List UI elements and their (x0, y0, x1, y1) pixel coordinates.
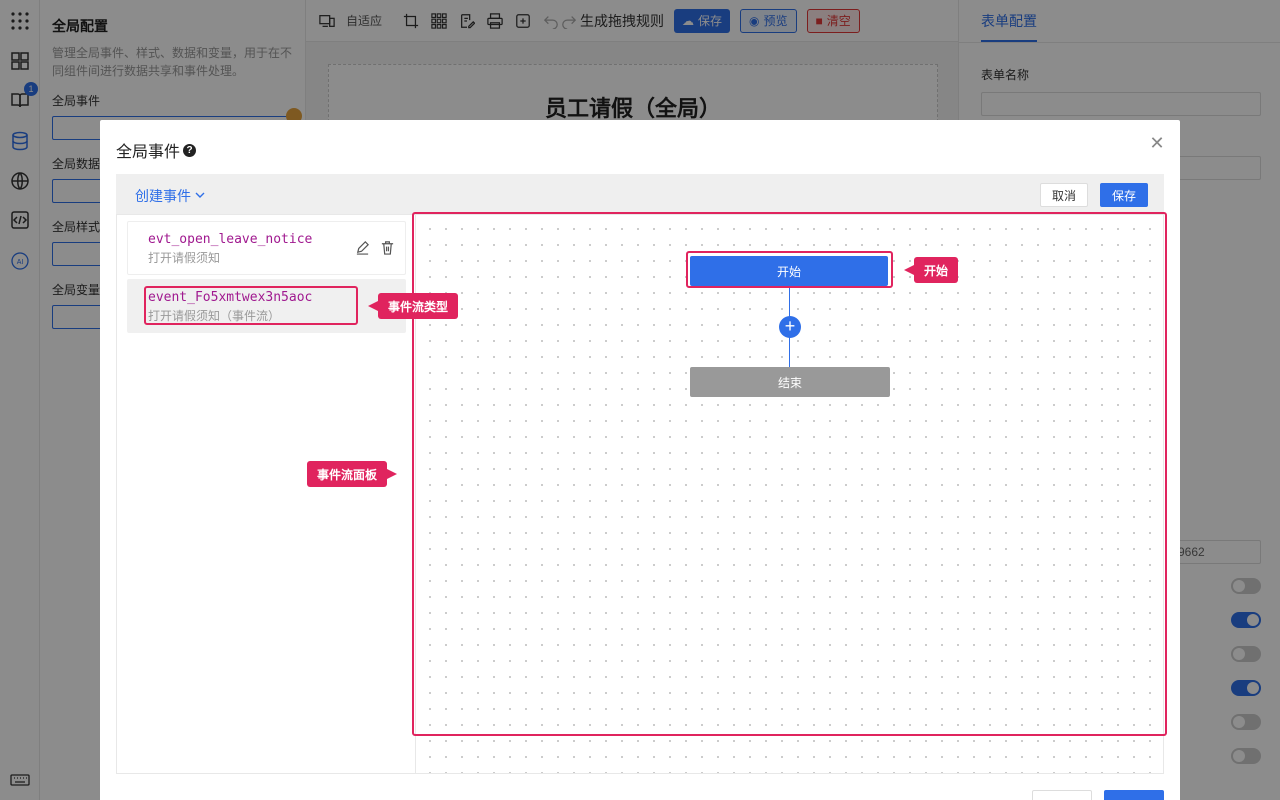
footer-cancel-button[interactable] (1032, 790, 1092, 800)
event-actions (355, 240, 395, 258)
highlight-event-flow-item (144, 286, 358, 325)
save-button[interactable]: 保存 (1100, 183, 1148, 207)
list-item[interactable]: evt_open_leave_notice 打开请假须知 (127, 221, 406, 275)
event-code: evt_open_leave_notice (148, 232, 313, 247)
annotation-event-flow-type: 事件流类型 (367, 293, 459, 319)
cancel-button[interactable]: 取消 (1040, 183, 1088, 207)
delete-icon[interactable] (380, 240, 395, 258)
event-desc: 打开请假须知 (148, 251, 221, 265)
dialog-header-bar: 创建事件 取消 保存 (116, 174, 1164, 214)
annotation-start: 开始 (903, 257, 959, 283)
close-icon[interactable]: ✕ (1148, 134, 1166, 152)
footer-ok-button[interactable] (1104, 790, 1164, 800)
annotation-flow-panel: 事件流面板 (307, 461, 398, 487)
help-icon[interactable]: ? (183, 143, 197, 157)
dialog-title: 全局事件 ? (116, 138, 197, 162)
edit-icon[interactable] (355, 240, 370, 258)
create-event-dropdown[interactable]: 创建事件 (135, 186, 206, 206)
highlight-flow-panel (412, 212, 1167, 736)
create-event-label: 创建事件 (135, 188, 191, 204)
chevron-down-icon (194, 188, 206, 204)
dialog-title-text: 全局事件 (116, 144, 181, 161)
